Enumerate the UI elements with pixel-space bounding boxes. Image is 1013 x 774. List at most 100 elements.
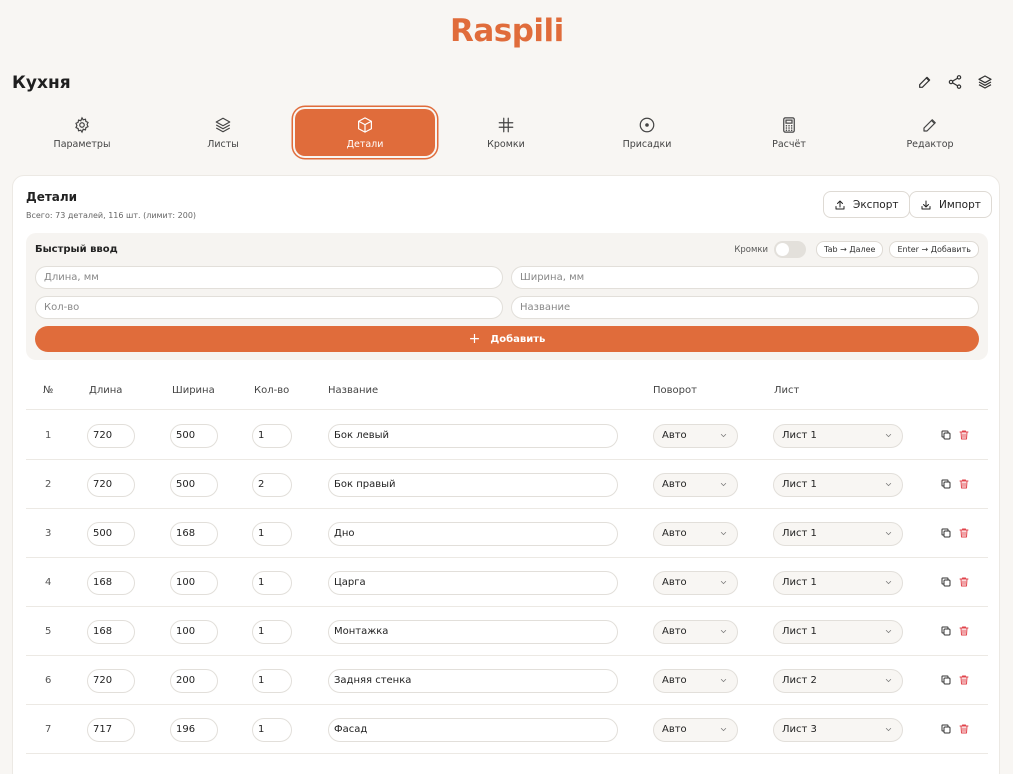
trash-icon[interactable] [958, 478, 970, 490]
plus-icon: + [468, 331, 481, 347]
trash-icon[interactable] [958, 625, 970, 637]
width-field[interactable]: 168 [170, 522, 218, 546]
row-number: 7 [45, 724, 52, 735]
quantity-field[interactable]: 1 [252, 718, 292, 742]
trash-icon[interactable] [958, 723, 970, 735]
copy-icon[interactable] [940, 723, 952, 735]
quantity-field[interactable]: 1 [252, 669, 292, 693]
trash-icon[interactable] [958, 527, 970, 539]
rotation-value: Авто [662, 626, 687, 637]
tab-sheets[interactable]: Листы [153, 107, 293, 159]
width-input[interactable] [511, 266, 979, 289]
col-width: Ширина [172, 385, 215, 396]
copy-icon[interactable] [940, 527, 952, 539]
sheet-select[interactable]: Лист 1 [773, 620, 903, 644]
table-row: 5 168 100 1 Монтажка Авто Лист 1 [26, 607, 988, 656]
col-rotation: Поворот [653, 385, 697, 396]
width-field[interactable]: 500 [170, 424, 218, 448]
quantity-field[interactable]: 1 [252, 522, 292, 546]
sheet-select[interactable]: Лист 2 [773, 669, 903, 693]
copy-icon[interactable] [940, 429, 952, 441]
trash-icon[interactable] [958, 429, 970, 441]
quantity-field[interactable]: 2 [252, 473, 292, 497]
quantity-field[interactable]: 1 [252, 571, 292, 595]
width-field[interactable]: 500 [170, 473, 218, 497]
rotation-select[interactable]: Авто [653, 620, 738, 644]
length-field[interactable]: 720 [87, 669, 135, 693]
trash-icon[interactable] [958, 674, 970, 686]
length-field[interactable]: 720 [87, 424, 135, 448]
tab-parameters[interactable]: Параметры [12, 107, 152, 159]
sheet-select[interactable]: Лист 1 [773, 473, 903, 497]
length-field[interactable]: 717 [87, 718, 135, 742]
calculator-icon [783, 117, 795, 133]
width-field[interactable]: 200 [170, 669, 218, 693]
length-field[interactable]: 500 [87, 522, 135, 546]
rotation-select[interactable]: Авто [653, 522, 738, 546]
top-actions [917, 74, 993, 90]
import-button[interactable]: Импорт [909, 191, 992, 218]
rotation-value: Авто [662, 430, 687, 441]
sheet-value: Лист 2 [782, 675, 817, 686]
length-field[interactable]: 168 [87, 571, 135, 595]
chevron-down-icon [885, 679, 892, 683]
name-field[interactable]: Задняя стенка [328, 669, 618, 693]
copy-icon[interactable] [940, 674, 952, 686]
copy-icon[interactable] [940, 625, 952, 637]
rotation-select[interactable]: Авто [653, 718, 738, 742]
chevron-down-icon [885, 728, 892, 732]
name-field[interactable]: Дно [328, 522, 618, 546]
row-number: 4 [45, 577, 52, 588]
page-title: Кухня [12, 73, 71, 93]
rotation-select[interactable]: Авто [653, 473, 738, 497]
tab-editor[interactable]: Редактор [860, 107, 1000, 159]
rotation-value: Авто [662, 479, 687, 490]
sheet-select[interactable]: Лист 1 [773, 571, 903, 595]
export-button[interactable]: Экспорт [823, 191, 910, 218]
rotation-select[interactable]: Авто [653, 571, 738, 595]
sheet-select[interactable]: Лист 1 [773, 424, 903, 448]
length-input[interactable] [35, 266, 503, 289]
add-detail-button[interactable]: + Добавить [35, 326, 979, 352]
rotation-select[interactable]: Авто [653, 424, 738, 448]
sheet-value: Лист 1 [782, 528, 817, 539]
trash-icon[interactable] [958, 576, 970, 588]
name-field[interactable]: Бок правый [328, 473, 618, 497]
layers-icon[interactable] [977, 74, 993, 90]
name-input[interactable] [511, 296, 979, 319]
table-row: 1 720 500 1 Бок левый Авто Лист 1 [26, 411, 988, 460]
edges-toggle[interactable] [774, 241, 807, 258]
hash-icon [498, 117, 514, 133]
target-icon [639, 117, 655, 133]
name-field[interactable]: Бок левый [328, 424, 618, 448]
table-row: 7 717 196 1 Фасад Авто Лист 3 [26, 705, 988, 754]
width-field[interactable]: 100 [170, 620, 218, 644]
name-field[interactable]: Царга [328, 571, 618, 595]
tab-label: Параметры [53, 139, 111, 150]
pencil-icon[interactable] [917, 74, 933, 90]
chevron-down-icon [885, 532, 892, 536]
tab-bar: Параметры Листы Детали Кромки Присадки Р… [12, 107, 1000, 159]
length-field[interactable]: 720 [87, 473, 135, 497]
copy-icon[interactable] [940, 478, 952, 490]
rotation-select[interactable]: Авто [653, 669, 738, 693]
name-field[interactable]: Монтажка [328, 620, 618, 644]
cube-icon [358, 116, 372, 133]
quantity-field[interactable]: 1 [252, 424, 292, 448]
quantity-input[interactable] [35, 296, 503, 319]
rotation-value: Авто [662, 528, 687, 539]
width-field[interactable]: 100 [170, 571, 218, 595]
quantity-field[interactable]: 1 [252, 620, 292, 644]
length-field[interactable]: 168 [87, 620, 135, 644]
tab-calculation[interactable]: Расчёт [719, 107, 859, 159]
copy-icon[interactable] [940, 576, 952, 588]
name-field[interactable]: Фасад [328, 718, 618, 742]
share-icon[interactable] [947, 74, 963, 90]
width-field[interactable]: 196 [170, 718, 218, 742]
tab-details[interactable]: Детали [295, 109, 435, 156]
sheet-select[interactable]: Лист 1 [773, 522, 903, 546]
tab-edges[interactable]: Кромки [436, 107, 576, 159]
sheet-select[interactable]: Лист 3 [773, 718, 903, 742]
tab-drilling[interactable]: Присадки [577, 107, 717, 159]
tab-label: Расчёт [772, 139, 806, 150]
